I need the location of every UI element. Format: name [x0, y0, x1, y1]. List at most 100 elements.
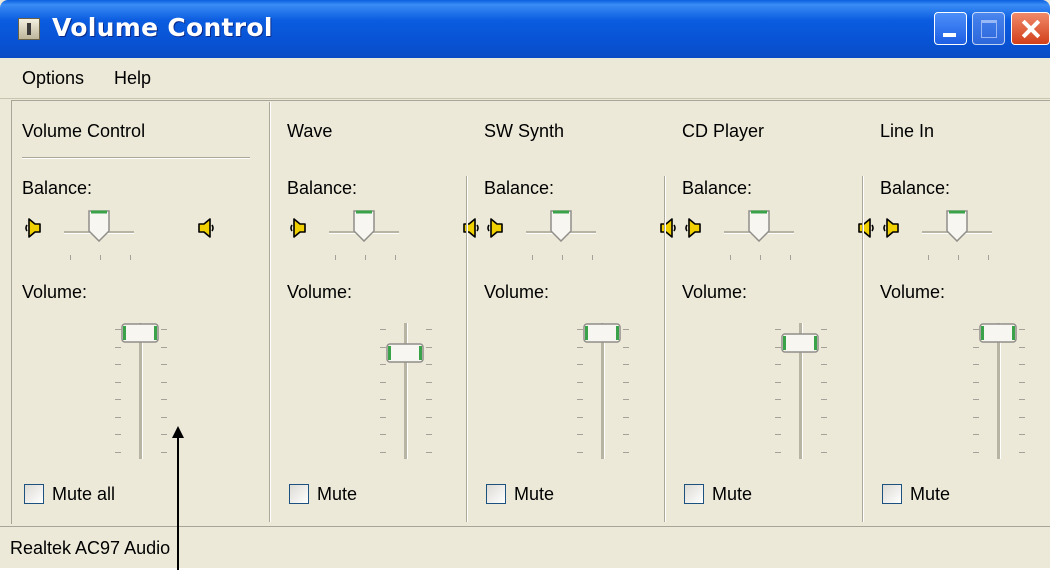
volume-tick — [1019, 416, 1025, 418]
volume-tick — [775, 364, 781, 365]
volume-tick — [577, 346, 583, 348]
volume-tick — [380, 364, 386, 365]
volume-tick — [115, 416, 121, 418]
volume-slider-thumb[interactable] — [121, 323, 159, 343]
volume-tick — [623, 346, 629, 348]
volume-label: Volume: — [22, 282, 88, 302]
master-divider — [269, 102, 271, 522]
close-button[interactable] — [1011, 12, 1050, 45]
mute-checkbox[interactable] — [486, 484, 506, 504]
volume-tick — [973, 364, 979, 365]
volume-tick — [380, 399, 386, 400]
volume-track[interactable] — [601, 323, 605, 459]
volume-tick — [973, 416, 979, 418]
balance-tick — [928, 255, 929, 260]
mute-label: Mute — [514, 484, 555, 504]
volume-slider-thumb[interactable] — [386, 342, 424, 363]
balance-slider-thumb[interactable] — [88, 210, 110, 243]
volume-tick — [380, 451, 386, 453]
mute-checkbox[interactable] — [684, 484, 704, 504]
volume-tick — [821, 399, 827, 400]
mute-checkbox[interactable] — [24, 484, 44, 504]
volume-track[interactable] — [139, 323, 143, 459]
volume-tick — [623, 451, 629, 453]
balance-slider-thumb[interactable] — [748, 210, 770, 243]
balance-tick — [760, 255, 761, 260]
volume-tick — [161, 329, 167, 330]
balance-label: Balance: — [484, 178, 555, 198]
mute-checkbox[interactable] — [289, 484, 309, 504]
balance-slider-thumb[interactable] — [550, 210, 572, 243]
volume-tick — [821, 451, 827, 453]
volume-label: Volume: — [484, 282, 550, 302]
balance-slider-thumb[interactable] — [946, 210, 968, 243]
speaker-right-icon — [659, 217, 679, 239]
volume-tick — [821, 329, 827, 330]
volume-label: Volume: — [682, 282, 748, 302]
volume-tick — [973, 399, 979, 400]
volume-tick — [1019, 329, 1025, 330]
menu-options[interactable]: Options — [22, 68, 84, 89]
volume-slider-thumb[interactable] — [583, 323, 621, 343]
balance-label: Balance: — [22, 178, 93, 198]
status-text: Realtek AC97 Audio — [10, 538, 171, 558]
maximize-button[interactable] — [972, 12, 1005, 45]
column-divider — [466, 176, 468, 522]
column-divider — [862, 176, 864, 522]
volume-tick — [426, 416, 432, 418]
speaker-left-icon — [22, 217, 42, 239]
balance-tick — [958, 255, 959, 260]
volume-tick — [775, 416, 781, 418]
volume-tick — [577, 364, 583, 365]
volume-tick — [161, 416, 167, 418]
volume-tick — [623, 416, 629, 418]
volume-tick — [821, 364, 827, 365]
volume-slider-thumb[interactable] — [979, 323, 1017, 343]
balance-tick — [562, 255, 563, 260]
volume-tick — [973, 434, 979, 435]
volume-tick — [426, 451, 432, 453]
volume-tick — [426, 346, 432, 348]
balance-tick — [335, 255, 336, 260]
volume-tick — [115, 381, 121, 383]
speaker-app-icon[interactable] — [18, 18, 40, 40]
annotation-arrow-head — [172, 426, 184, 438]
speaker-right-icon — [857, 217, 877, 239]
volume-tick — [1019, 346, 1025, 348]
volume-tick — [1019, 451, 1025, 453]
minimize-button[interactable] — [934, 12, 967, 45]
mute-label: Mute all — [52, 484, 116, 504]
balance-tick — [592, 255, 593, 260]
volume-tick — [821, 381, 827, 383]
volume-tick — [623, 434, 629, 435]
balance-label: Balance: — [287, 178, 358, 198]
volume-tick — [161, 346, 167, 348]
mute-label: Mute — [910, 484, 951, 504]
speaker-right-icon — [197, 217, 217, 239]
balance-tick — [988, 255, 989, 260]
volume-tick — [623, 364, 629, 365]
volume-tick — [161, 381, 167, 383]
volume-tick — [1019, 434, 1025, 435]
mute-checkbox[interactable] — [882, 484, 902, 504]
balance-tick — [730, 255, 731, 260]
volume-tick — [577, 381, 583, 383]
volume-tick — [577, 434, 583, 435]
annotation-arrow-shaft — [177, 434, 179, 570]
volume-tick — [775, 399, 781, 400]
column-title-sw-synth: SW Synth — [484, 121, 565, 141]
mixer-panel — [11, 100, 1050, 524]
balance-slider-thumb[interactable] — [353, 210, 375, 243]
volume-label: Volume: — [880, 282, 946, 302]
column-divider — [664, 176, 666, 522]
volume-tick — [821, 434, 827, 435]
volume-track[interactable] — [997, 323, 1001, 459]
column-title-wave: Wave — [287, 121, 333, 141]
title-bar[interactable]: Volume Control — [0, 0, 1050, 58]
volume-tick — [775, 451, 781, 453]
menu-help[interactable]: Help — [114, 68, 151, 89]
balance-tick — [365, 255, 366, 260]
volume-slider-thumb[interactable] — [781, 333, 819, 354]
volume-tick — [973, 381, 979, 383]
volume-tick — [623, 399, 629, 400]
